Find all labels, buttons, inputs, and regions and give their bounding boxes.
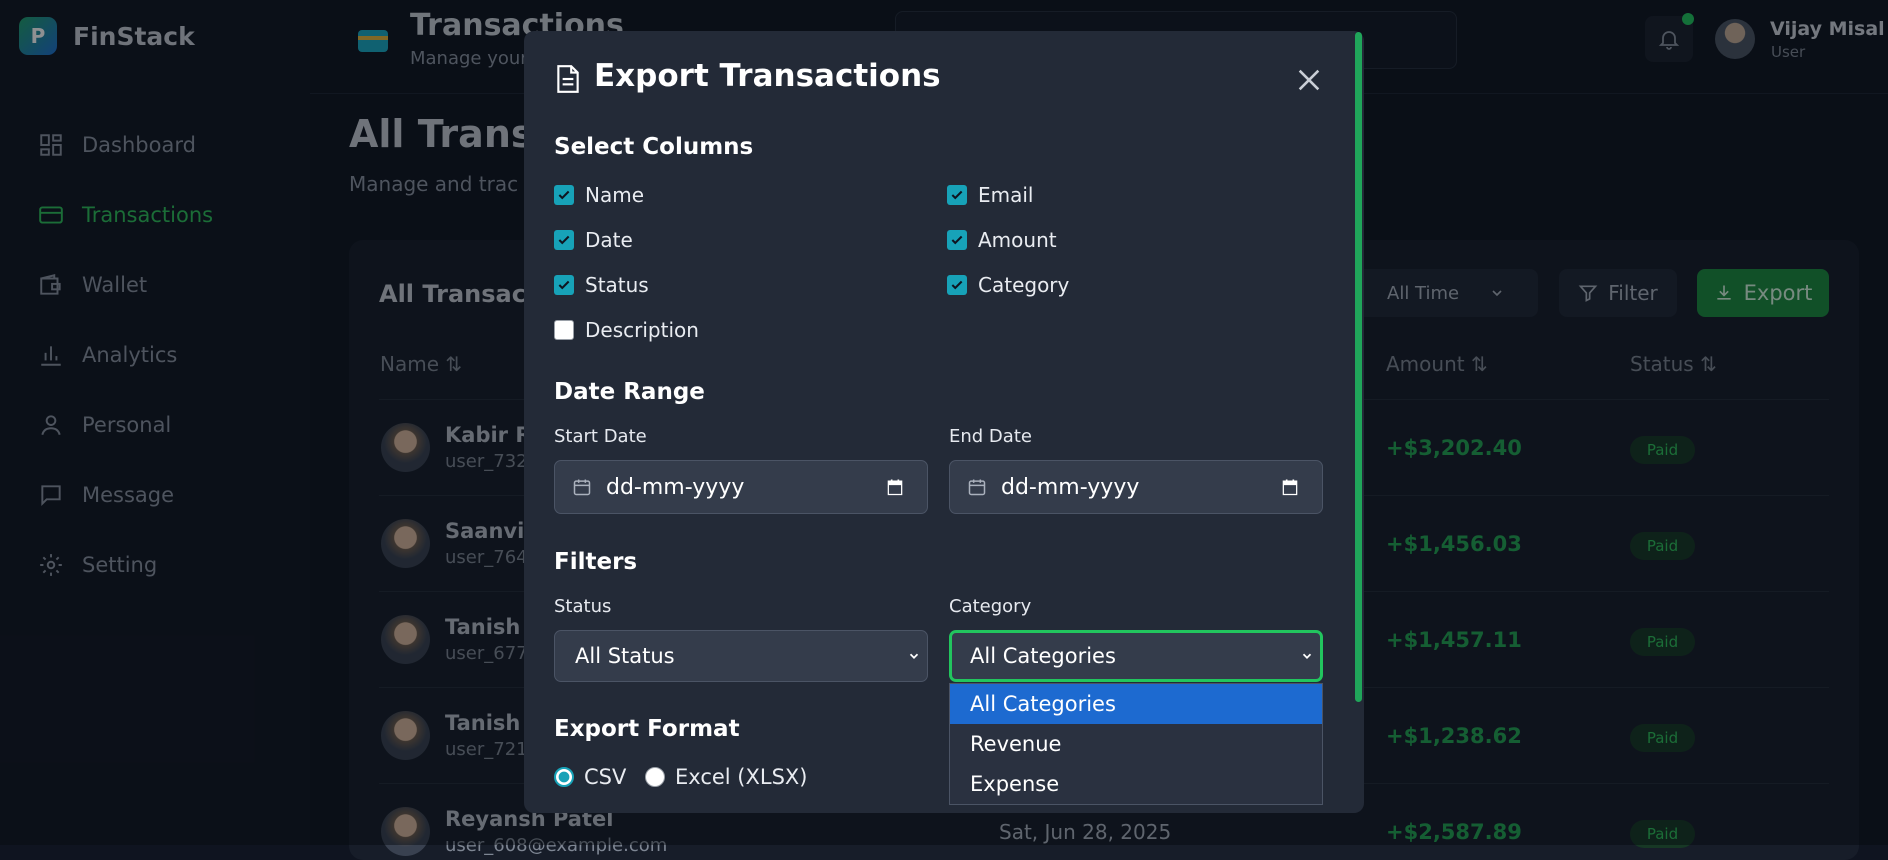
format-option-csv[interactable]: CSV [554,765,626,789]
radio-button[interactable] [645,767,665,787]
radio-button[interactable] [554,767,574,787]
end-date-input[interactable]: dd-mm-yyyy [949,460,1323,514]
modal-scrollbar[interactable] [1355,32,1362,702]
column-checkbox-amount[interactable]: Amount [947,228,1057,252]
category-filter-value: All Categories [970,644,1116,668]
column-checkbox-date[interactable]: Date [554,228,633,252]
checkbox-label: Date [585,228,633,252]
checkbox-label: Amount [978,228,1057,252]
checkbox-label: Category [978,273,1070,297]
filters-title: Filters [554,549,638,575]
checkbox[interactable] [947,275,967,295]
checkbox[interactable] [947,230,967,250]
column-checkbox-email[interactable]: Email [947,183,1034,207]
category-filter-select[interactable]: All Categories [949,630,1323,682]
category-dropdown-list: All Categories Revenue Expense [949,683,1323,805]
dropdown-option-expense[interactable]: Expense [950,764,1322,804]
checkbox-label: Name [585,183,645,207]
dropdown-option-all-categories[interactable]: All Categories [950,684,1322,724]
radio-label: Excel (XLSX) [675,765,808,789]
close-icon[interactable] [1295,66,1323,94]
calendar-icon [968,479,986,496]
end-date-label: End Date [949,426,1032,447]
checkbox-label: Status [585,273,649,297]
export-format-title: Export Format [554,716,740,742]
category-filter-label: Category [949,596,1032,617]
column-checkbox-status[interactable]: Status [554,273,649,297]
document-icon [557,65,579,93]
radio-label: CSV [584,765,627,789]
modal-title: Export Transactions [594,58,941,94]
checkbox[interactable] [554,320,574,340]
checkbox[interactable] [554,230,574,250]
chevron-down-icon [1302,653,1312,659]
status-filter-select[interactable]: All Status [554,630,928,682]
date-range-title: Date Range [554,379,705,405]
checkbox[interactable] [554,185,574,205]
chevron-down-icon [909,653,919,659]
start-date-input[interactable]: dd-mm-yyyy [554,460,928,514]
format-option-xlsx[interactable]: Excel (XLSX) [645,765,808,789]
start-date-label: Start Date [554,426,647,447]
checkbox-label: Email [978,183,1034,207]
checkbox[interactable] [947,185,967,205]
select-columns-title: Select Columns [554,134,754,160]
status-filter-value: All Status [575,644,675,668]
calendar-picker-icon[interactable] [1280,477,1300,497]
calendar-picker-icon[interactable] [885,477,905,497]
column-checkbox-category[interactable]: Category [947,273,1069,297]
checkbox[interactable] [554,275,574,295]
column-checkbox-description[interactable]: Description [554,318,699,342]
status-filter-label: Status [554,596,612,617]
checkbox-label: Description [585,318,699,342]
dropdown-option-revenue[interactable]: Revenue [950,724,1322,764]
calendar-icon [573,479,591,496]
end-date-placeholder: dd-mm-yyyy [1001,474,1140,500]
column-checkbox-name[interactable]: Name [554,183,644,207]
start-date-placeholder: dd-mm-yyyy [606,474,745,500]
